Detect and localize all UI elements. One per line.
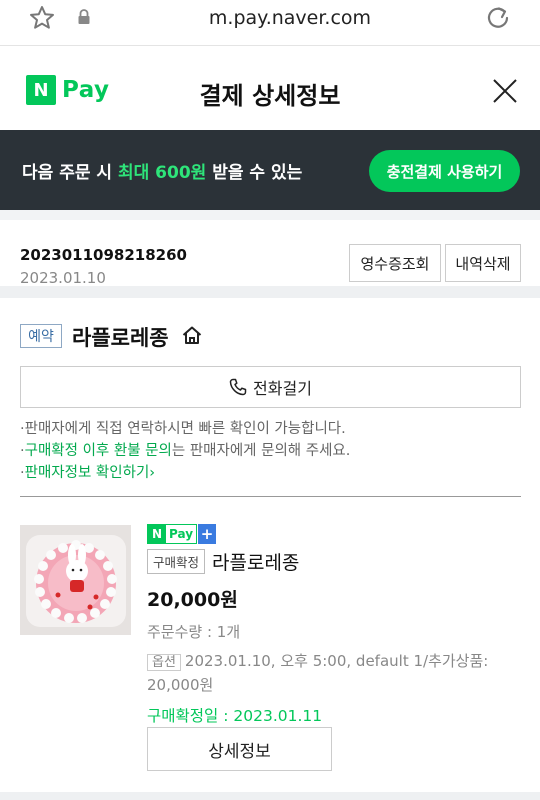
promo-text-after: 받을 수 있는 bbox=[206, 163, 303, 183]
lock-icon bbox=[78, 9, 90, 24]
option-tag: 옵션 bbox=[147, 654, 181, 671]
seller-notes: ·판매자에게 직접 연락하시면 빠른 확인이 가능합니다. ·구매확정 이후 환… bbox=[20, 418, 520, 484]
purchase-confirmed-tag: 구매확정 bbox=[147, 549, 206, 574]
chevron-right-icon: › bbox=[149, 465, 156, 481]
reload-icon[interactable] bbox=[484, 4, 512, 32]
promo-banner: 다음 주문 시 최대 600원 받을 수 있는 충전결제 사용하기 bbox=[0, 130, 540, 210]
product-thumbnail[interactable] bbox=[20, 525, 131, 635]
charge-pay-button[interactable]: 충전결제 사용하기 bbox=[369, 150, 520, 192]
option-text: 2023.01.10, 오후 5:00, default 1/추가상품: 20,… bbox=[147, 652, 489, 694]
cake-image bbox=[20, 525, 131, 635]
phone-icon bbox=[229, 378, 247, 396]
note1-text: 판매자에게 직접 연락하시면 빠른 확인이 가능합니다. bbox=[24, 421, 346, 437]
npay-pay: Pay bbox=[169, 527, 194, 541]
home-icon[interactable] bbox=[181, 324, 203, 346]
promo-text: 다음 주문 시 최대 600원 받을 수 있는 bbox=[22, 158, 302, 183]
product-info: N Pay + 구매확정 라플로레종 20,000원 주문수량 : 1개 옵션 2… bbox=[147, 524, 527, 726]
receipt-button[interactable]: 영수증조회 bbox=[349, 244, 441, 282]
seller-name[interactable]: 라플로레종 bbox=[72, 322, 169, 352]
product-price: 20,000원 bbox=[147, 589, 238, 611]
note-seller-info: ·판매자정보 확인하기› bbox=[20, 462, 520, 484]
call-button-label: 전화걸기 bbox=[253, 379, 312, 398]
delete-history-button[interactable]: 내역삭제 bbox=[445, 244, 521, 282]
page-title: 결제 상세정보 bbox=[199, 82, 341, 110]
product-name[interactable]: 라플로레종 bbox=[212, 548, 299, 575]
npay-box: N Pay bbox=[147, 524, 198, 544]
promo-text-before: 다음 주문 시 bbox=[22, 163, 118, 183]
star-icon[interactable] bbox=[28, 4, 56, 32]
order-quantity: 주문수량 : 1개 bbox=[147, 623, 241, 641]
detail-info-button[interactable]: 상세정보 bbox=[147, 727, 332, 771]
order-header: 2023011098218260 2023.01.10 영수증조회 내역삭제 bbox=[0, 210, 540, 287]
seller-info-link[interactable]: 판매자정보 확인하기 bbox=[25, 465, 150, 481]
section-divider-bottom bbox=[0, 792, 540, 800]
refund-inquiry-link[interactable]: 구매확정 이후 환불 문의 bbox=[25, 443, 172, 459]
product-option: 옵션 2023.01.10, 오후 5:00, default 1/추가상품: 2… bbox=[147, 650, 507, 696]
npay-n: N bbox=[148, 525, 166, 543]
note-refund: ·구매확정 이후 환불 문의는 판매자에게 문의해 주세요. bbox=[20, 440, 520, 462]
purchase-confirm-date: 구매확정일 : 2023.01.11 bbox=[147, 707, 323, 725]
order-date: 2023.01.10 bbox=[20, 269, 106, 287]
divider bbox=[20, 496, 521, 497]
note2-rest: 는 판매자에게 문의해 주세요. bbox=[171, 443, 351, 459]
note-direct-contact: ·판매자에게 직접 연락하시면 빠른 확인이 가능합니다. bbox=[20, 418, 520, 440]
app-header: N Pay 결제 상세정보 bbox=[0, 46, 540, 130]
call-button[interactable]: 전화걸기 bbox=[20, 366, 521, 408]
product-title-row: 구매확정 라플로레종 bbox=[147, 548, 527, 575]
npay-badge: N Pay + bbox=[147, 524, 527, 544]
product-section: N Pay + 구매확정 라플로레종 20,000원 주문수량 : 1개 옵션 2… bbox=[0, 498, 540, 800]
order-number: 2023011098218260 bbox=[20, 246, 187, 264]
reservation-badge: 예약 bbox=[20, 324, 62, 348]
browser-bar: m.pay.naver.com bbox=[0, 0, 540, 46]
plus-icon: + bbox=[198, 524, 217, 544]
promo-highlight: 최대 600원 bbox=[117, 163, 207, 183]
section-divider bbox=[0, 286, 540, 298]
seller-section: 예약 라플로레종 전화걸기 ·판매자에게 직접 연락하시면 빠른 확인이 가능합… bbox=[0, 298, 540, 498]
url-bar[interactable]: m.pay.naver.com bbox=[160, 7, 420, 29]
close-icon[interactable] bbox=[492, 78, 518, 104]
